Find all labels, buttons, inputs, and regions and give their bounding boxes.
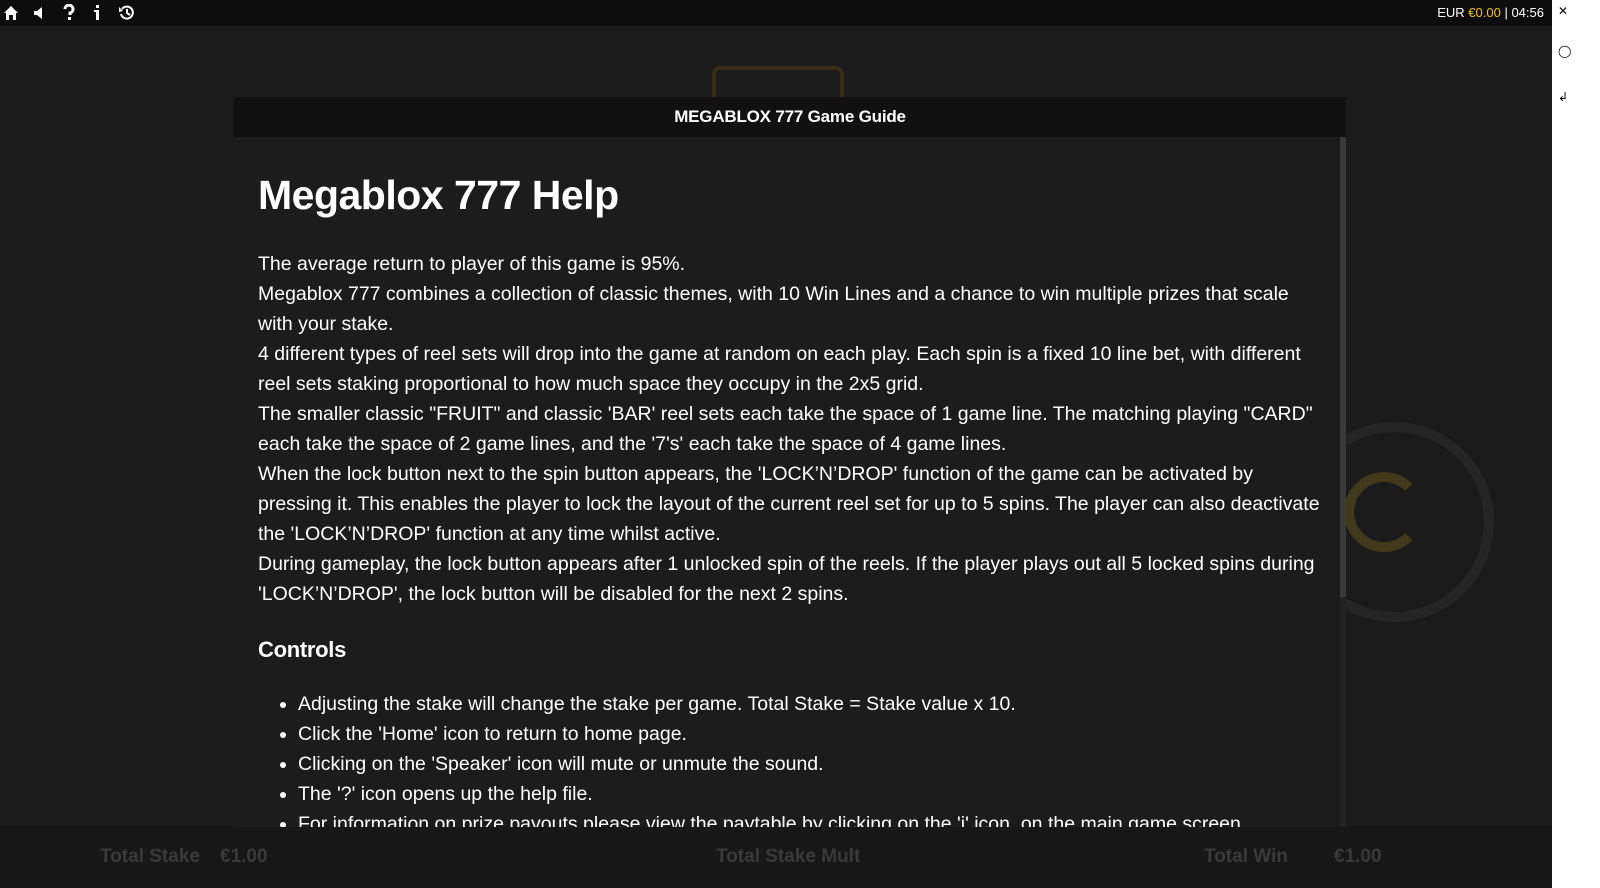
speaker-icon[interactable] [29, 2, 51, 24]
help-title: Megablox 777 Help [258, 172, 619, 218]
clock: 04:56 [1511, 5, 1544, 20]
info-icon[interactable] [87, 2, 109, 24]
paragraph-rtp: The average return to player of this gam… [258, 253, 686, 275]
total-stake-label: Total Stake [100, 846, 200, 867]
arrow-icon[interactable]: ↲ [1558, 90, 1568, 104]
paragraph-lock-gameplay: During gameplay, the lock button appears… [258, 553, 1315, 605]
paragraph-lock-button: When the lock button next to the spin bu… [258, 463, 1320, 545]
game-guide-modal: MEGABLOX 777 Game Guide Megablox 777 Hel… [234, 97, 1346, 827]
history-icon[interactable] [116, 2, 138, 24]
list-item: Adjusting the stake will change the stak… [298, 689, 1324, 719]
scrollbar-thumb[interactable] [1340, 137, 1346, 597]
paragraph-reel-sets: 4 different types of reel sets will drop… [258, 343, 1301, 395]
modal-header-title: MEGABLOX 777 Game Guide [674, 107, 906, 126]
list-item: Click the 'Home' icon to return to home … [298, 719, 1324, 749]
help-icon[interactable] [58, 2, 80, 24]
stake-mult-label: Total Stake Mult [716, 846, 861, 867]
currency: EUR [1437, 5, 1465, 20]
controls-list: Adjusting the stake will change the stak… [258, 689, 1324, 827]
game-bottom-bar: Total Stake €1.00 Total Stake Mult Total… [0, 826, 1552, 888]
circle-icon[interactable]: ◯ [1558, 44, 1571, 58]
balance-clock: EUR €0.00 | 04:56 [1437, 5, 1544, 20]
home-icon[interactable] [0, 2, 22, 24]
modal-header: MEGABLOX 777 Game Guide [234, 97, 1346, 137]
separator: | [1504, 5, 1508, 20]
list-item: Clicking on the 'Speaker' icon will mute… [298, 749, 1324, 779]
total-win-value: €1.00 [1334, 846, 1382, 867]
total-stake-value: €1.00 [220, 846, 268, 867]
balance-value: €0.00 [1468, 5, 1501, 20]
spin-arrow-icon [1344, 472, 1424, 552]
paragraph-themes: Megablox 777 combines a collection of cl… [258, 283, 1289, 335]
list-item: For information on prize payouts please … [298, 809, 1324, 827]
top-bar: EUR €0.00 | 04:56 [0, 0, 1552, 26]
controls-heading: Controls [258, 637, 347, 662]
paragraph-game-lines: The smaller classic "FRUIT" and classic … [258, 403, 1313, 455]
list-item: The '?' icon opens up the help file. [298, 779, 1324, 809]
modal-content[interactable]: Megablox 777 Help The average return to … [258, 137, 1324, 827]
close-icon[interactable]: ✕ [1558, 4, 1568, 18]
help-paragraphs: The average return to player of this gam… [258, 249, 1324, 609]
total-win-label: Total Win [1204, 846, 1288, 867]
right-edge-strip: ✕ ◯ ↲ [1552, 0, 1600, 888]
